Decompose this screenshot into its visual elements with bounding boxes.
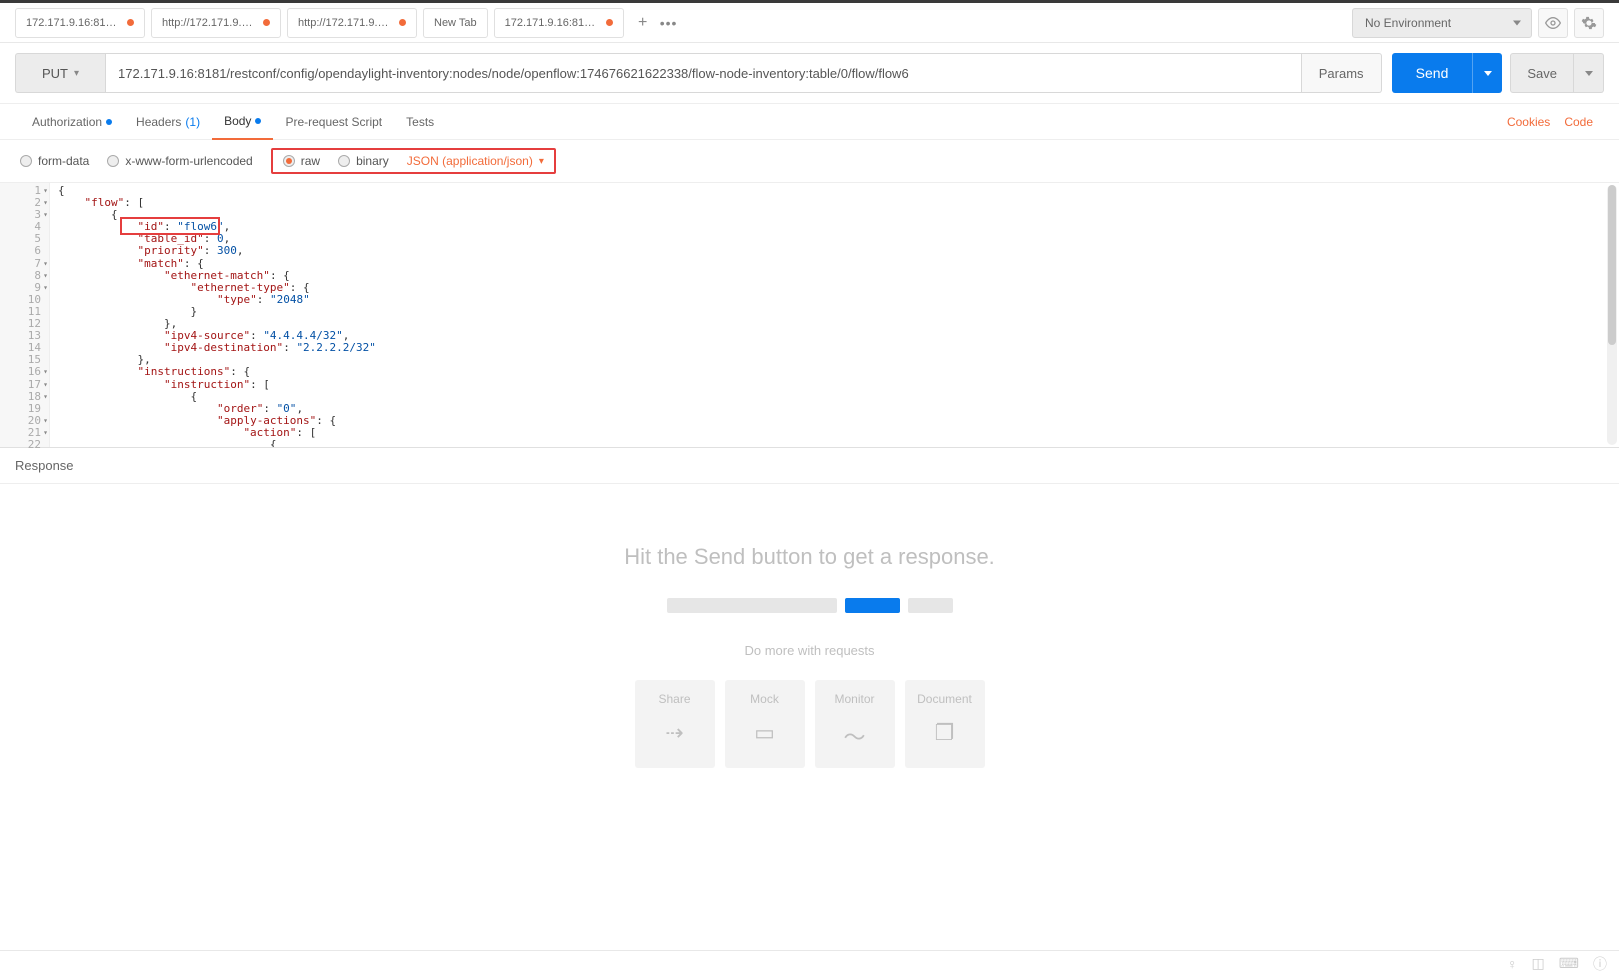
url-input[interactable] — [105, 53, 1302, 93]
send-dropdown[interactable] — [1472, 53, 1502, 93]
mock-card[interactable]: Mock▭ — [725, 680, 805, 768]
radio-raw[interactable]: raw — [283, 154, 320, 168]
env-area: No Environment — [1352, 8, 1604, 38]
response-headline: Hit the Send button to get a response. — [624, 544, 995, 570]
tab-label: http://172.171.9.16:81 — [162, 17, 257, 29]
tab-2[interactable]: http://172.171.9.14:81 — [287, 8, 417, 38]
bodytype-row: form-data x-www-form-urlencoded raw bina… — [0, 140, 1619, 183]
dirty-dot-icon — [399, 19, 406, 26]
radio-icon — [107, 155, 119, 167]
request-row: PUT ▾ Params Send Save — [0, 43, 1619, 104]
keyboard-icon[interactable]: ⌨ — [1559, 955, 1579, 972]
radio-binary[interactable]: binary — [338, 154, 389, 168]
document-card[interactable]: Document❐ — [905, 680, 985, 768]
add-tab-button[interactable]: + — [630, 10, 656, 36]
chevron-down-icon: ▾ — [74, 68, 79, 79]
radio-icon — [338, 155, 350, 167]
cookies-link[interactable]: Cookies — [1507, 115, 1550, 129]
tab-4[interactable]: 172.171.9.16:8181/res — [494, 8, 624, 38]
radio-icon — [283, 155, 295, 167]
monitor-icon: 〜 — [843, 720, 865, 752]
dirty-dot-icon — [606, 19, 613, 26]
tab-authorization[interactable]: Authorization — [20, 104, 124, 140]
tab-label: New Tab — [434, 17, 477, 29]
tab-prerequest[interactable]: Pre-request Script — [273, 104, 394, 140]
dirty-dot-icon — [127, 19, 134, 26]
panes-icon[interactable]: ◫ — [1532, 955, 1545, 972]
tab-3[interactable]: New Tab — [423, 8, 488, 38]
send-button[interactable]: Send — [1392, 53, 1473, 93]
tab-label: 172.171.9.16:8181/res — [26, 17, 121, 29]
tab-body[interactable]: Body — [212, 104, 273, 140]
action-grid: Share⇢ Mock▭ Monitor〜 Document❐ — [635, 680, 985, 768]
tab-row: 172.171.9.16:8181/res http://172.171.9.1… — [0, 3, 1619, 43]
tab-label: 172.171.9.16:8181/res — [505, 17, 600, 29]
share-icon: ⇢ — [665, 720, 683, 746]
dot-icon — [106, 119, 112, 125]
share-card[interactable]: Share⇢ — [635, 680, 715, 768]
radio-urlencoded[interactable]: x-www-form-urlencoded — [107, 154, 252, 168]
line-gutter: 1 2 3 4 5 6 7 8 9 10 11 12 13 14 15 16 1… — [0, 183, 50, 447]
dirty-dot-icon — [263, 19, 270, 26]
tab-0[interactable]: 172.171.9.16:8181/res — [15, 8, 145, 38]
radio-icon — [20, 155, 32, 167]
tab-headers[interactable]: Headers (1) — [124, 104, 212, 140]
quicklook-icon[interactable] — [1538, 8, 1568, 38]
scrollbar-vertical[interactable] — [1607, 185, 1617, 445]
placeholder-bars — [667, 598, 953, 613]
info-icon[interactable]: ⓘ — [1593, 954, 1607, 974]
save-button[interactable]: Save — [1510, 53, 1574, 93]
response-body: Hit the Send button to get a response. D… — [0, 484, 1619, 798]
tab-overflow-button[interactable]: ••• — [656, 10, 682, 36]
raw-content-type-group: raw binary JSON (application/json)▾ — [271, 148, 556, 174]
response-label: Response — [0, 448, 1619, 484]
chevron-down-icon: ▾ — [539, 156, 544, 167]
subtab-row: Authorization Headers (1) Body Pre-reque… — [0, 104, 1619, 140]
help-icon[interactable]: ♀ — [1507, 956, 1518, 972]
environment-select[interactable]: No Environment — [1352, 8, 1532, 38]
dot-icon — [255, 118, 261, 124]
code-link[interactable]: Code — [1564, 115, 1593, 129]
mock-icon: ▭ — [754, 720, 775, 746]
environment-label: No Environment — [1365, 16, 1451, 30]
save-dropdown[interactable] — [1574, 53, 1604, 93]
do-more-label: Do more with requests — [744, 643, 874, 658]
headers-count: (1) — [185, 115, 200, 129]
settings-icon[interactable] — [1574, 8, 1604, 38]
method-label: PUT — [42, 66, 68, 81]
content-type-select[interactable]: JSON (application/json)▾ — [407, 154, 544, 168]
radio-formdata[interactable]: form-data — [20, 154, 89, 168]
tab-label: http://172.171.9.14:81 — [298, 17, 393, 29]
params-button[interactable]: Params — [1302, 53, 1382, 93]
monitor-card[interactable]: Monitor〜 — [815, 680, 895, 768]
document-icon: ❐ — [935, 720, 955, 746]
code-area[interactable]: { "flow": [ { "id": "flow6", "table_id":… — [50, 183, 1619, 447]
statusbar: ♀ ◫ ⌨ ⓘ — [0, 950, 1619, 976]
body-editor[interactable]: 1 2 3 4 5 6 7 8 9 10 11 12 13 14 15 16 1… — [0, 183, 1619, 448]
tab-1[interactable]: http://172.171.9.16:81 — [151, 8, 281, 38]
tab-tests[interactable]: Tests — [394, 104, 446, 140]
method-select[interactable]: PUT ▾ — [15, 53, 105, 93]
